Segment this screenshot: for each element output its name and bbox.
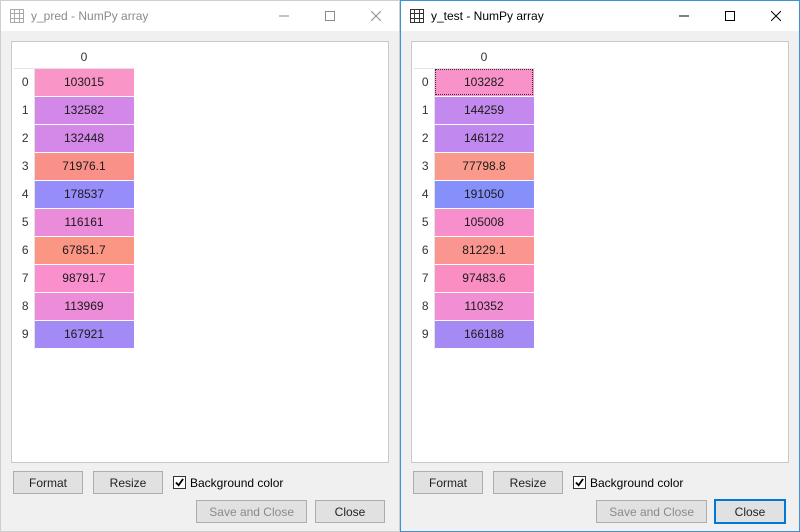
- titlebar[interactable]: y_test - NumPy array: [401, 1, 799, 31]
- data-cell[interactable]: 71976.1: [34, 152, 134, 180]
- format-button[interactable]: Format: [413, 471, 483, 494]
- data-cell[interactable]: 103015: [34, 68, 134, 96]
- row-header[interactable]: 4: [14, 180, 34, 208]
- grid-icon: [9, 8, 25, 24]
- maximize-button[interactable]: [307, 1, 353, 31]
- toolbar: Format Resize Background color: [411, 463, 789, 496]
- close-window-button[interactable]: [353, 1, 399, 31]
- format-button[interactable]: Format: [13, 471, 83, 494]
- row-header[interactable]: 5: [414, 208, 434, 236]
- column-header[interactable]: 0: [434, 46, 534, 68]
- window-title: y_pred - NumPy array: [31, 9, 148, 23]
- data-cell[interactable]: 77798.8: [434, 152, 534, 180]
- data-cell[interactable]: 191050: [434, 180, 534, 208]
- row-header[interactable]: 3: [14, 152, 34, 180]
- row-header[interactable]: 9: [14, 320, 34, 348]
- save-and-close-button[interactable]: Save and Close: [596, 500, 707, 523]
- row-header[interactable]: 8: [414, 292, 434, 320]
- data-cell[interactable]: 178537: [34, 180, 134, 208]
- data-cell[interactable]: 98791.7: [34, 264, 134, 292]
- minimize-button[interactable]: [261, 1, 307, 31]
- save-and-close-button[interactable]: Save and Close: [196, 500, 307, 523]
- array-viewer-window: y_pred - NumPy array 0010301511325822132…: [0, 0, 400, 532]
- data-cell[interactable]: 97483.6: [434, 264, 534, 292]
- row-header[interactable]: 2: [14, 124, 34, 152]
- maximize-button[interactable]: [707, 1, 753, 31]
- close-button[interactable]: Close: [315, 500, 385, 523]
- array-viewer-window: y_test - NumPy array 0010328211442592146…: [400, 0, 800, 532]
- background-color-checkbox[interactable]: Background color: [573, 476, 683, 490]
- row-header[interactable]: 6: [414, 236, 434, 264]
- checkbox-label: Background color: [590, 476, 683, 490]
- data-cell[interactable]: 132448: [34, 124, 134, 152]
- checkbox-label: Background color: [190, 476, 283, 490]
- checkbox-icon: [173, 476, 186, 489]
- row-header[interactable]: 1: [414, 96, 434, 124]
- client-area: 0010301511325822132448371976.14178537511…: [1, 31, 399, 531]
- row-header[interactable]: 5: [14, 208, 34, 236]
- table-corner: [414, 46, 434, 68]
- grid-icon: [409, 8, 425, 24]
- row-header[interactable]: 6: [14, 236, 34, 264]
- bottom-bar: Save and Close Close: [411, 496, 789, 525]
- row-header[interactable]: 1: [14, 96, 34, 124]
- resize-button[interactable]: Resize: [493, 471, 563, 494]
- table-corner: [14, 46, 34, 68]
- window-title: y_test - NumPy array: [431, 9, 544, 23]
- data-grid[interactable]: 0010328211442592146122377798.84191050510…: [411, 41, 789, 463]
- background-color-checkbox[interactable]: Background color: [173, 476, 283, 490]
- row-header[interactable]: 0: [14, 68, 34, 96]
- row-header[interactable]: 8: [14, 292, 34, 320]
- row-header[interactable]: 0: [414, 68, 434, 96]
- bottom-bar: Save and Close Close: [11, 496, 389, 525]
- data-cell[interactable]: 132582: [34, 96, 134, 124]
- data-cell[interactable]: 146122: [434, 124, 534, 152]
- data-cell[interactable]: 105008: [434, 208, 534, 236]
- checkbox-icon: [573, 476, 586, 489]
- close-window-button[interactable]: [753, 1, 799, 31]
- data-cell[interactable]: 67851.7: [34, 236, 134, 264]
- row-header[interactable]: 7: [414, 264, 434, 292]
- row-header[interactable]: 2: [414, 124, 434, 152]
- client-area: 0010328211442592146122377798.84191050510…: [401, 31, 799, 531]
- data-cell[interactable]: 144259: [434, 96, 534, 124]
- data-grid[interactable]: 0010301511325822132448371976.14178537511…: [11, 41, 389, 463]
- data-cell[interactable]: 113969: [34, 292, 134, 320]
- column-header[interactable]: 0: [34, 46, 134, 68]
- titlebar[interactable]: y_pred - NumPy array: [1, 1, 399, 31]
- row-header[interactable]: 4: [414, 180, 434, 208]
- toolbar: Format Resize Background color: [11, 463, 389, 496]
- resize-button[interactable]: Resize: [93, 471, 163, 494]
- data-cell[interactable]: 103282: [434, 68, 534, 96]
- close-button[interactable]: Close: [715, 500, 785, 523]
- data-cell[interactable]: 167921: [34, 320, 134, 348]
- data-cell[interactable]: 81229.1: [434, 236, 534, 264]
- data-cell[interactable]: 110352: [434, 292, 534, 320]
- row-header[interactable]: 9: [414, 320, 434, 348]
- data-cell[interactable]: 166188: [434, 320, 534, 348]
- row-header[interactable]: 3: [414, 152, 434, 180]
- row-header[interactable]: 7: [14, 264, 34, 292]
- data-cell[interactable]: 116161: [34, 208, 134, 236]
- minimize-button[interactable]: [661, 1, 707, 31]
